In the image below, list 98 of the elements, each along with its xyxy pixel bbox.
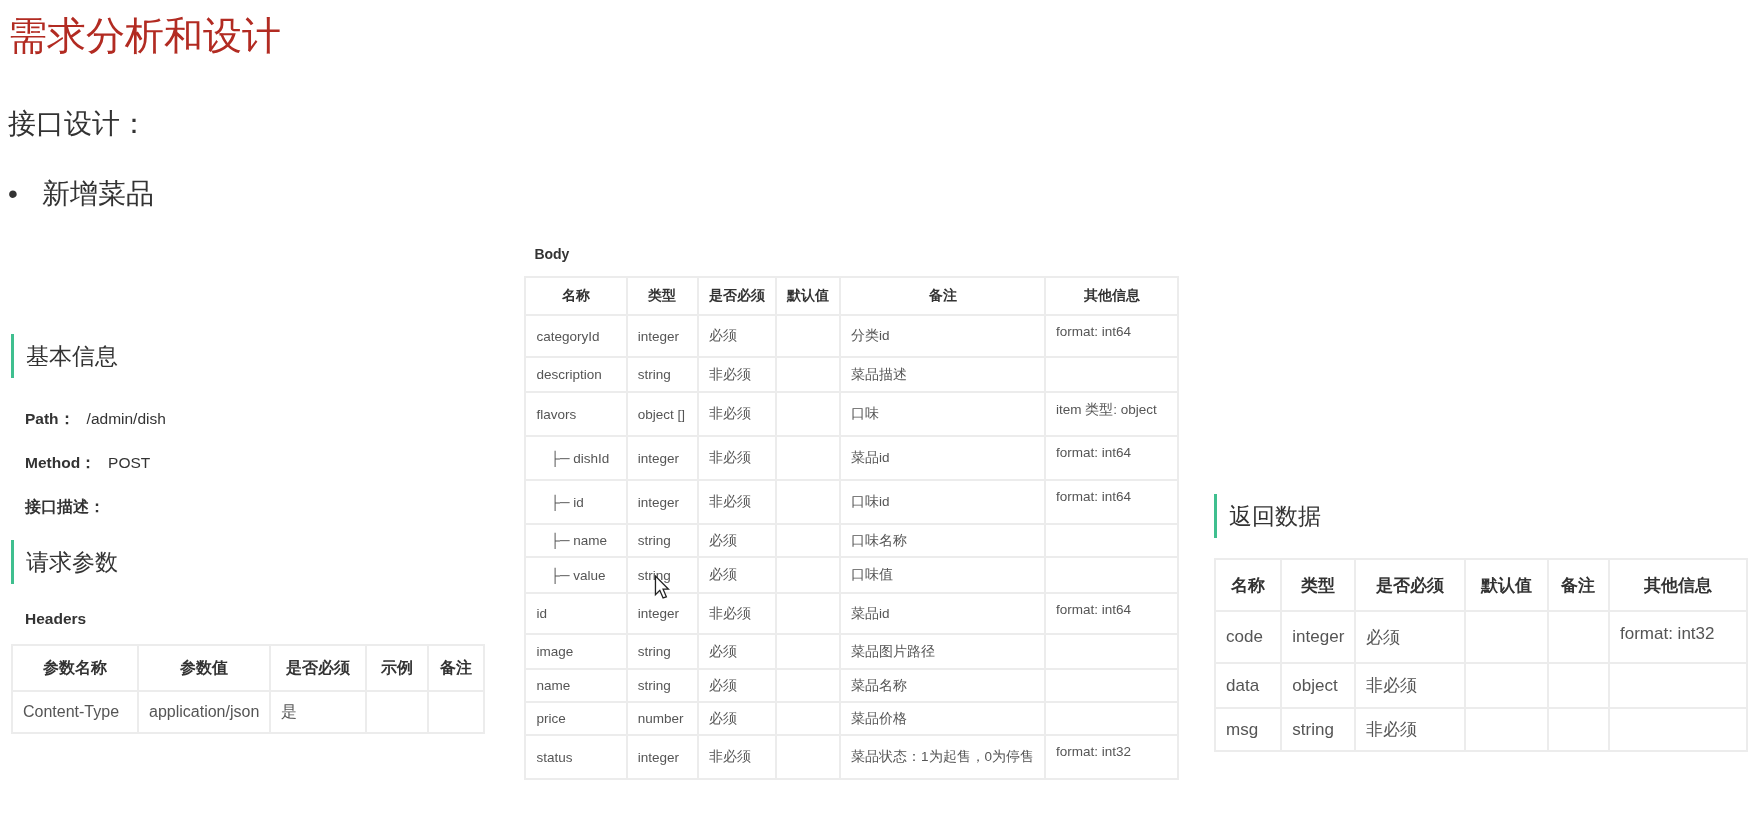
column-header: 其他信息 xyxy=(1609,559,1747,611)
column-header: 名称 xyxy=(525,277,627,315)
table-cell: 菜品描述 xyxy=(851,366,908,382)
table-cell: 必须 xyxy=(709,328,738,343)
field-label: 接口描述： xyxy=(25,497,105,517)
section-heading: 请求参数 xyxy=(11,540,506,584)
table-cell: 非必须 xyxy=(1366,720,1418,739)
table-cell: number xyxy=(637,711,684,726)
table-cell: integer xyxy=(637,749,680,765)
table-cell: format: int32 xyxy=(1620,624,1715,643)
column-header: 类型 xyxy=(626,277,699,315)
table-cell: 必须 xyxy=(709,643,738,659)
column-header: 参数值 xyxy=(138,645,271,691)
table-cell: id xyxy=(536,606,547,621)
table-cell: Content-Type xyxy=(23,703,120,720)
column-header: 示例 xyxy=(366,645,429,691)
column-header: 其他信息 xyxy=(1045,277,1179,315)
table-cell: string xyxy=(637,367,671,382)
field-label: Method： xyxy=(25,453,97,473)
table-cell: string xyxy=(637,644,671,659)
column-header: 默认值 xyxy=(1465,559,1548,611)
table-cell: status xyxy=(536,749,573,765)
table-cell: code xyxy=(1226,627,1263,646)
table-cell: 菜品图片路径 xyxy=(851,643,936,659)
table-cell: image xyxy=(536,644,574,659)
table-cell: string xyxy=(1292,719,1334,739)
slide-subtitle: 接口设计： xyxy=(8,107,149,141)
column-header: 默认值 xyxy=(776,277,841,315)
table-cell: 非必须 xyxy=(709,749,752,764)
column-header: 是否必须 xyxy=(698,277,777,315)
table-cell: categoryId xyxy=(536,328,600,344)
table-cell: name xyxy=(536,678,571,693)
table-cell: 口味id xyxy=(851,494,890,509)
table-cell: 菜品状态：1为起售，0为停售 xyxy=(851,749,1035,764)
table-cell: object xyxy=(1292,675,1338,695)
table-cell: description xyxy=(536,367,602,382)
table-cell: application/json xyxy=(149,703,260,720)
table-cell: integer xyxy=(637,328,680,344)
table-cell: format: int64 xyxy=(1056,602,1132,617)
bullet-marker: • xyxy=(8,177,18,211)
table-cell: 非必须 xyxy=(709,494,752,509)
table-cell: integer xyxy=(637,606,680,621)
bullet-text: 新增菜品 xyxy=(41,177,154,211)
table-cell: 必须 xyxy=(709,677,738,693)
table-cell-text: ├─ name xyxy=(549,533,608,548)
column-header: 名称 xyxy=(1215,559,1282,611)
table-cell: 必须 xyxy=(709,567,738,582)
table-cell: format: int64 xyxy=(1056,324,1132,339)
table-cell: 口味值 xyxy=(851,567,894,582)
table-cell: 口味 xyxy=(851,406,880,421)
table-cell: data xyxy=(1226,675,1260,695)
table-cell: 菜品id xyxy=(851,450,890,465)
table-cell: 菜品价格 xyxy=(851,710,908,726)
field-label: Path： xyxy=(25,409,75,429)
section-heading: 基本信息 xyxy=(11,334,506,378)
table-cell-text: ├─ id xyxy=(549,494,584,510)
table-cell: 菜品名称 xyxy=(851,677,908,693)
table-cell-text: ├─ value xyxy=(549,567,606,583)
column-header: 备注 xyxy=(1547,559,1609,611)
table-cell: 口味名称 xyxy=(851,532,908,548)
table-cell: 非必须 xyxy=(1366,676,1418,695)
section-heading: 返回数据 xyxy=(1214,494,1748,538)
table-cell: item 类型: object xyxy=(1056,402,1157,417)
table-cell: 非必须 xyxy=(709,605,752,621)
field-value: POST xyxy=(108,453,151,473)
field-value: /admin/dish xyxy=(86,409,166,429)
table-cell-text: ├─ dishId xyxy=(549,450,610,466)
table-cell: format: int64 xyxy=(1056,489,1132,504)
table-cell: string xyxy=(637,567,671,583)
table-cell: integer xyxy=(637,494,680,510)
column-header: 备注 xyxy=(840,277,1046,315)
table-cell: 必须 xyxy=(1366,627,1401,647)
table-cell: 非必须 xyxy=(709,366,752,382)
table-cell: 必须 xyxy=(709,710,738,726)
table-cell: 是 xyxy=(281,702,298,720)
table-cell: 非必须 xyxy=(709,406,752,421)
column-header: 参数名称 xyxy=(12,645,138,691)
table-cell: 分类id xyxy=(851,328,890,343)
column-header: 类型 xyxy=(1281,559,1356,611)
table-cell: 菜品id xyxy=(851,605,890,621)
table-cell: object [] xyxy=(637,406,686,422)
table-cell: msg xyxy=(1226,719,1259,739)
table-cell: integer xyxy=(1292,627,1345,646)
slide-title: 需求分析和设计 xyxy=(8,13,282,59)
table-cell: 非必须 xyxy=(709,450,752,465)
table-cell: string xyxy=(637,678,671,693)
table-cell: string xyxy=(637,533,671,548)
headers-label: Headers xyxy=(25,610,88,628)
table-cell: flavors xyxy=(536,406,577,422)
body-label: Body xyxy=(534,246,571,262)
table-cell: format: int32 xyxy=(1056,744,1132,759)
table-cell: price xyxy=(536,711,566,726)
table-cell: integer xyxy=(637,450,680,466)
column-header: 是否必须 xyxy=(1355,559,1466,611)
table-cell: format: int64 xyxy=(1056,445,1132,460)
table-cell: 必须 xyxy=(709,532,738,548)
column-header: 是否必须 xyxy=(270,645,367,691)
column-header: 备注 xyxy=(428,645,485,691)
